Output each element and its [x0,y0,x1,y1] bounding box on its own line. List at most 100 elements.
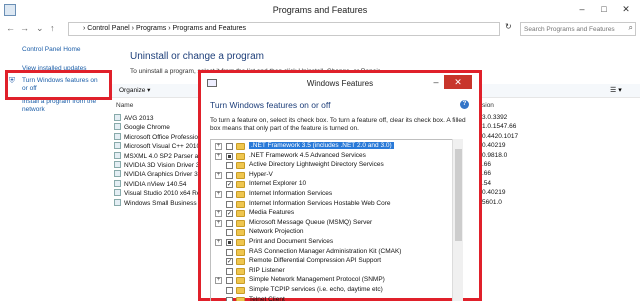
feature-checkbox[interactable]: ✓ [226,210,233,218]
feature-checkbox[interactable] [226,171,233,179]
feature-checkbox[interactable] [226,191,233,198]
feature-row[interactable]: Simple TCPIP services (i.e. echo, daytim… [211,286,451,295]
feature-label: Active Directory Lightweight Directory S… [249,161,384,169]
view-options-icon[interactable]: ☰ ▾ [610,86,622,94]
feature-row[interactable]: + Microsoft Message Queue (MSMQ) Server [211,219,451,228]
feature-label: Microsoft Message Queue (MSMQ) Server [249,218,373,226]
feature-row[interactable]: + .NET Framework 4.5 Advanced Services [211,152,451,161]
maximize-button[interactable]: □ [596,2,612,16]
feature-checkbox[interactable]: ✓ [226,181,233,189]
sidebar-install-from-network[interactable]: Install a program from the network [22,98,107,114]
search-box[interactable]: ⌕ [520,22,636,36]
program-row[interactable]: Google Chrome [114,123,170,132]
folder-icon [236,171,245,179]
folder-icon [236,248,245,256]
program-icon [114,123,121,131]
dialog-close-button[interactable]: ✕ [444,75,472,89]
feature-label: RAS Connection Manager Administration Ki… [249,247,402,255]
program-row[interactable]: Microsoft Visual C++ 2010 [114,142,200,151]
feature-label: Remote Differential Compression API Supp… [249,257,382,265]
program-version: 0.4420.1017 [482,132,519,140]
dialog-minimize-button[interactable]: ‒ [429,76,443,89]
feature-row[interactable]: ✓ Internet Explorer 10 [211,180,451,189]
breadcrumb-control-panel[interactable]: Control Panel [87,25,129,32]
folder-icon [236,181,245,189]
feature-row[interactable]: Telnet Client [211,296,451,301]
forward-icon[interactable]: → [20,23,29,33]
program-row[interactable]: AVG 2013 [114,114,154,123]
search-input[interactable] [521,23,621,35]
program-icon [114,151,121,159]
feature-row[interactable]: Active Directory Lightweight Directory S… [211,161,451,170]
feature-checkbox[interactable] [226,277,233,285]
feature-checkbox[interactable] [226,143,233,150]
program-icon [114,161,121,168]
feature-checkbox[interactable] [226,152,233,160]
feature-row[interactable]: Internet Information Services Hostable W… [211,200,451,209]
dialog-title-bar: Windows Features ‒ ✕ [201,73,479,93]
feature-row[interactable]: + Hyper-V [211,171,451,180]
features-scrollbar[interactable] [452,139,463,301]
feature-checkbox[interactable] [226,229,233,237]
dialog-heading: Turn Windows features on or off [210,100,331,110]
expand-icon[interactable]: + [215,152,222,160]
feature-label: Internet Information Services [249,190,333,197]
feature-row[interactable]: RIP Listener [211,267,451,276]
organize-menu[interactable]: Organize ▾ [119,86,150,94]
feature-checkbox[interactable] [226,267,233,275]
expand-icon[interactable]: + [215,210,222,218]
feature-row[interactable]: + .NET Framework 3.5 (includes .NET 2.0 a… [211,142,451,151]
feature-row[interactable]: + ✓ Media Features [211,209,451,218]
up-icon[interactable]: ↑ [50,23,55,33]
feature-checkbox[interactable] [226,239,233,246]
feature-row[interactable]: ✓ Remote Differential Compression API Sup… [211,257,451,266]
expand-icon[interactable]: + [215,143,222,150]
feature-checkbox[interactable]: ✓ [226,258,233,266]
program-row[interactable]: Microsoft Office Professional [114,132,207,142]
address-box[interactable]: › Control Panel › Programs › Programs an… [68,22,500,36]
feature-row[interactable]: Network Projection [211,228,451,237]
help-icon[interactable]: ? [460,100,469,109]
search-icon[interactable]: ⌕ [629,23,633,33]
column-header-version[interactable]: sion [482,102,494,109]
program-row[interactable]: NVIDIA nView 140.54 [114,179,186,189]
feature-row[interactable]: + Internet Information Services [211,190,451,199]
feature-checkbox[interactable] [226,219,233,227]
program-version: 1.0.1547.66 [482,123,517,131]
folder-icon [236,200,245,208]
feature-row[interactable]: + Print and Document Services [211,238,451,247]
expand-icon[interactable]: + [215,277,222,285]
feature-label: Hyper-V [249,170,273,178]
feature-checkbox[interactable] [226,287,233,294]
breadcrumb-programs-and-features[interactable]: Programs and Features [173,25,247,32]
folder-icon [236,191,245,198]
feature-checkbox[interactable] [226,162,233,170]
folder-icon [236,152,245,160]
feature-checkbox[interactable] [226,200,233,208]
feature-label: Simple Network Management Protocol (SNMP… [249,276,385,284]
scrollbar-thumb[interactable] [455,149,462,241]
feature-row[interactable]: + Simple Network Management Protocol (SNM… [211,276,451,285]
close-button[interactable]: ✕ [618,2,634,16]
minimize-button[interactable]: ‒ [574,2,590,16]
program-row[interactable]: NVIDIA 3D Vision Driver 3 [114,161,199,170]
feature-label: .NET Framework 3.5 (includes .NET 2.0 an… [249,142,394,149]
expand-icon[interactable]: + [215,191,222,198]
sidebar-control-panel-home[interactable]: Control Panel Home [22,46,81,54]
expand-icon[interactable]: + [215,171,222,179]
feature-row[interactable]: RAS Connection Manager Administration Ki… [211,248,451,257]
feature-checkbox[interactable] [226,296,233,301]
breadcrumb-programs[interactable]: Programs [136,25,166,32]
refresh-icon[interactable]: ↻ [505,22,517,36]
program-row[interactable]: NVIDIA Graphics Driver 3 [114,170,198,179]
folder-icon [236,239,245,246]
expand-icon[interactable]: + [215,219,222,227]
feature-checkbox[interactable] [226,248,233,256]
column-header-name[interactable]: Name [116,102,133,109]
expand-icon[interactable]: + [215,239,222,246]
recent-chevron-icon[interactable]: ⌄ [36,23,44,34]
back-icon[interactable]: ← [6,23,15,33]
program-icon [114,170,121,178]
folder-icon [236,267,245,275]
folder-icon [236,229,245,237]
